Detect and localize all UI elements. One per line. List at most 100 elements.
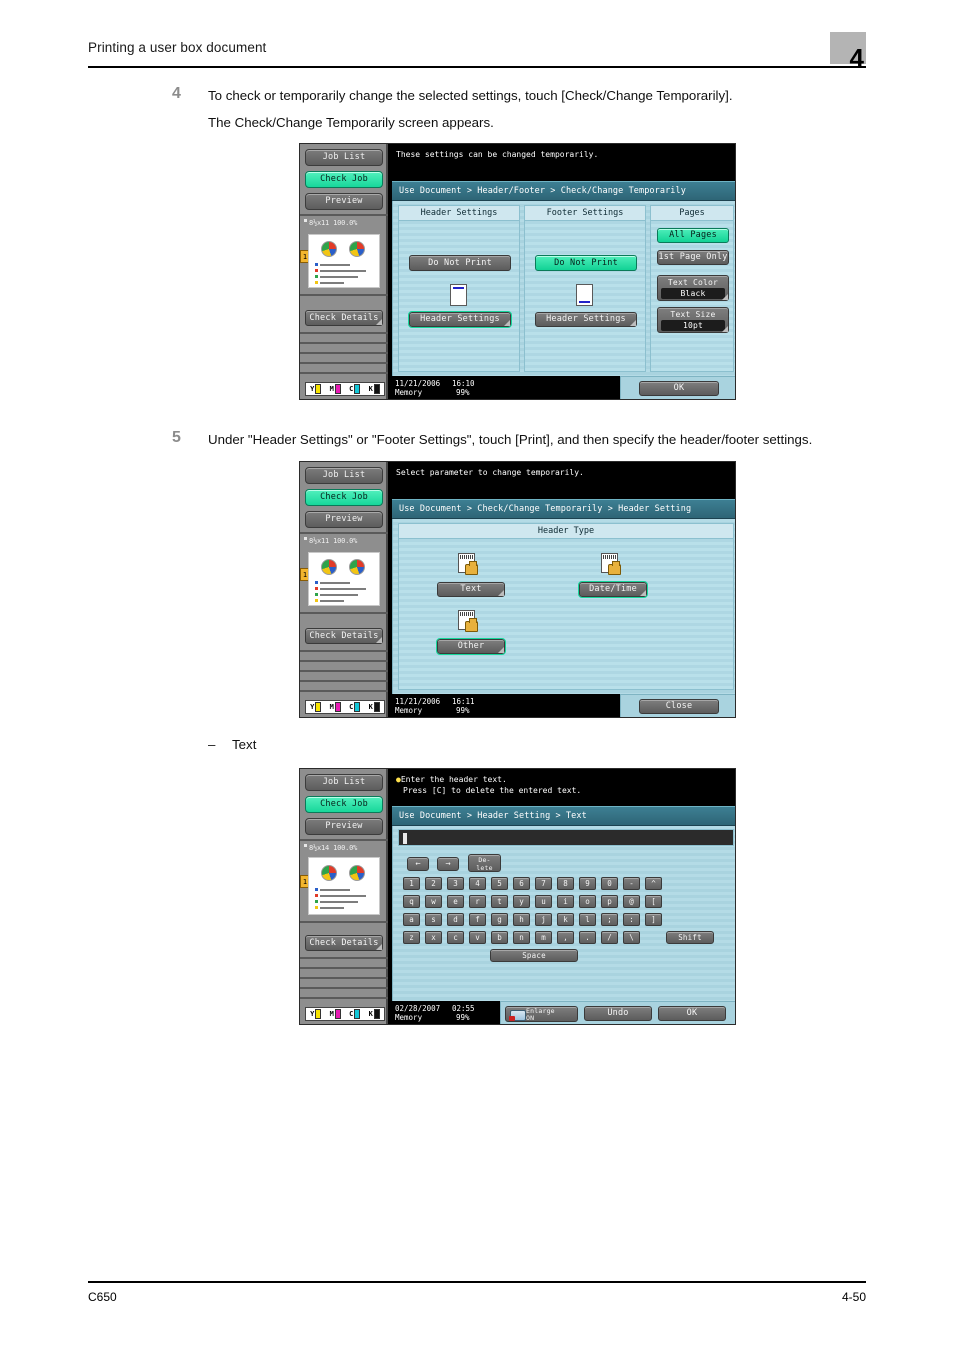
footer-page-preview-icon bbox=[576, 284, 593, 306]
key-5[interactable]: 5 bbox=[491, 877, 508, 890]
footer-settings-button[interactable]: Header Settings bbox=[535, 312, 637, 327]
key-@[interactable]: @ bbox=[623, 895, 640, 908]
header-do-not-print-button[interactable]: Do Not Print bbox=[409, 255, 511, 271]
key-\[interactable]: \ bbox=[623, 931, 640, 944]
key-x[interactable]: x bbox=[425, 931, 442, 944]
close-button[interactable]: Close bbox=[639, 699, 719, 714]
key-i[interactable]: i bbox=[557, 895, 574, 908]
check-job-button[interactable]: Check Job bbox=[305, 489, 383, 506]
header-type-date-time-button[interactable]: Date/Time bbox=[578, 581, 648, 598]
key-/[interactable]: / bbox=[601, 931, 618, 944]
key-][interactable]: ] bbox=[645, 913, 662, 926]
preview-button[interactable]: Preview bbox=[305, 818, 383, 835]
preview-button[interactable]: Preview bbox=[305, 511, 383, 528]
key-,[interactable]: , bbox=[557, 931, 574, 944]
key-1[interactable]: 1 bbox=[403, 877, 420, 890]
key-4[interactable]: 4 bbox=[469, 877, 486, 890]
key-:[interactable]: : bbox=[623, 913, 640, 926]
text-color-button[interactable]: Text Color Black bbox=[657, 275, 729, 301]
preview-button[interactable]: Preview bbox=[305, 193, 383, 210]
key-v[interactable]: v bbox=[469, 931, 486, 944]
key-3[interactable]: 3 bbox=[447, 877, 464, 890]
shift-key[interactable]: Shift bbox=[666, 931, 714, 944]
key-a[interactable]: a bbox=[403, 913, 420, 926]
submenu-corner-icon bbox=[376, 944, 382, 950]
check-details-button[interactable]: Check Details bbox=[305, 628, 383, 644]
key-[[interactable]: [ bbox=[645, 895, 662, 908]
key-9[interactable]: 9 bbox=[579, 877, 596, 890]
key-w[interactable]: w bbox=[425, 895, 442, 908]
thumb-text-line bbox=[320, 264, 350, 266]
check-details-button[interactable]: Check Details bbox=[305, 935, 383, 951]
cursor-left-button[interactable]: ← bbox=[407, 857, 429, 871]
space-key[interactable]: Space bbox=[490, 949, 578, 962]
sidebar-divider-6 bbox=[300, 680, 388, 682]
key-y[interactable]: y bbox=[513, 895, 530, 908]
job-list-button[interactable]: Job List bbox=[305, 774, 383, 791]
check-job-button[interactable]: Check Job bbox=[305, 171, 383, 188]
enlarge-toggle-button[interactable]: Enlarge ON bbox=[505, 1006, 578, 1022]
sidebar-divider-3 bbox=[300, 650, 388, 652]
key-z[interactable]: z bbox=[403, 931, 420, 944]
job-list-button[interactable]: Job List bbox=[305, 467, 383, 484]
all-pages-button[interactable]: All Pages bbox=[657, 228, 729, 243]
key-^[interactable]: ^ bbox=[645, 877, 662, 890]
status-date: 11/21/2006 bbox=[395, 697, 441, 706]
key-q[interactable]: q bbox=[403, 895, 420, 908]
key-8[interactable]: 8 bbox=[557, 877, 574, 890]
key-k[interactable]: k bbox=[557, 913, 574, 926]
key-c[interactable]: c bbox=[447, 931, 464, 944]
text-size-button[interactable]: Text Size 10pt bbox=[657, 307, 729, 333]
sidebar-divider-2 bbox=[300, 294, 388, 296]
footer-do-not-print-button[interactable]: Do Not Print bbox=[535, 255, 637, 271]
ok-button[interactable]: OK bbox=[658, 1006, 726, 1021]
key-g[interactable]: g bbox=[491, 913, 508, 926]
job-list-button[interactable]: Job List bbox=[305, 149, 383, 166]
key-s[interactable]: s bbox=[425, 913, 442, 926]
key-f[interactable]: f bbox=[469, 913, 486, 926]
key-n[interactable]: n bbox=[513, 931, 530, 944]
page-title: Printing a user box document bbox=[88, 40, 267, 55]
key-;[interactable]: ; bbox=[601, 913, 618, 926]
key-m[interactable]: m bbox=[535, 931, 552, 944]
step-4-line-1: To check or temporarily change the selec… bbox=[208, 88, 733, 103]
header-text-input[interactable] bbox=[398, 829, 734, 846]
key-0[interactable]: 0 bbox=[601, 877, 618, 890]
toner-label-y: Y bbox=[310, 1010, 315, 1018]
status-memory-label: Memory bbox=[395, 1013, 423, 1022]
header-settings-button[interactable]: Header Settings bbox=[408, 311, 512, 328]
panel2-message-bar: Select parameter to change temporarily. bbox=[390, 462, 735, 498]
key-u[interactable]: u bbox=[535, 895, 552, 908]
undo-button[interactable]: Undo bbox=[584, 1006, 652, 1021]
key-o[interactable]: o bbox=[579, 895, 596, 908]
key-6[interactable]: 6 bbox=[513, 877, 530, 890]
key-d[interactable]: d bbox=[447, 913, 464, 926]
key-r[interactable]: r bbox=[469, 895, 486, 908]
key-7[interactable]: 7 bbox=[535, 877, 552, 890]
header-type-text-button[interactable]: Text bbox=[437, 582, 505, 597]
key-b[interactable]: b bbox=[491, 931, 508, 944]
ok-button[interactable]: OK bbox=[639, 381, 719, 396]
status-memory-value: 99% bbox=[456, 388, 470, 397]
key-h[interactable]: h bbox=[513, 913, 530, 926]
key-j[interactable]: j bbox=[535, 913, 552, 926]
footer-rule bbox=[88, 1281, 866, 1283]
first-page-only-button[interactable]: 1st Page Only bbox=[657, 250, 729, 265]
key--[interactable]: - bbox=[623, 877, 640, 890]
key-p[interactable]: p bbox=[601, 895, 618, 908]
check-details-button[interactable]: Check Details bbox=[305, 310, 383, 326]
key-.[interactable]: . bbox=[579, 931, 596, 944]
header-type-other-button[interactable]: Other bbox=[436, 638, 506, 655]
key-2[interactable]: 2 bbox=[425, 877, 442, 890]
toner-bar-k bbox=[373, 384, 380, 394]
check-job-button[interactable]: Check Job bbox=[305, 796, 383, 813]
delete-button[interactable]: De- lete bbox=[468, 854, 501, 872]
pie-chart-icon bbox=[349, 241, 365, 257]
key-l[interactable]: l bbox=[579, 913, 596, 926]
paper-size-zoom-label: 8½x11 100.0% bbox=[304, 536, 386, 547]
cursor-right-button[interactable]: → bbox=[437, 857, 459, 871]
key-e[interactable]: e bbox=[447, 895, 464, 908]
thumb-text-line bbox=[320, 901, 358, 903]
key-t[interactable]: t bbox=[491, 895, 508, 908]
paper-orientation-icon bbox=[304, 219, 307, 222]
